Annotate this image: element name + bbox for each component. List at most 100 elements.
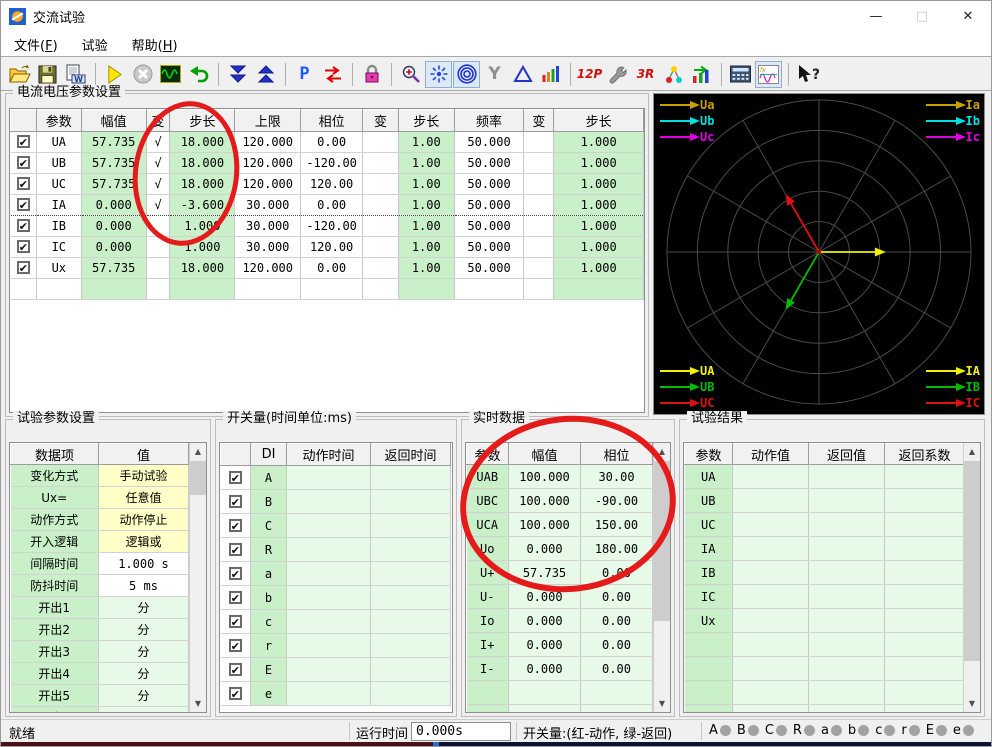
- cell[interactable]: -3.600: [169, 194, 236, 216]
- save-file-button[interactable]: [34, 61, 61, 88]
- row-checkbox[interactable]: ✔: [16, 240, 30, 253]
- cell[interactable]: 逻辑或: [98, 530, 189, 553]
- row-checkbox[interactable]: ✔: [16, 198, 30, 211]
- scroll-up-icon[interactable]: ▲: [654, 443, 670, 460]
- cell[interactable]: 分: [98, 706, 189, 712]
- oscilloscope-button[interactable]: [157, 61, 184, 88]
- close-button[interactable]: ✕: [945, 1, 991, 32]
- cell[interactable]: 50.000: [454, 215, 525, 237]
- step-up-button[interactable]: [252, 61, 279, 88]
- cell[interactable]: 1.00: [398, 131, 455, 153]
- row-checkbox[interactable]: ✔: [228, 638, 242, 652]
- cell[interactable]: [523, 194, 555, 216]
- row-checkbox[interactable]: ✔: [228, 518, 242, 532]
- cell[interactable]: 57.735: [81, 257, 147, 279]
- cell[interactable]: 50.000: [454, 257, 525, 279]
- lock-button[interactable]: [358, 61, 385, 88]
- cell[interactable]: 分: [98, 684, 189, 707]
- cell[interactable]: [362, 236, 399, 258]
- cell[interactable]: 1.00: [398, 236, 455, 258]
- cell[interactable]: 5 ms: [98, 574, 189, 597]
- polar-diagram-button[interactable]: [453, 60, 480, 88]
- cell[interactable]: 50.000: [454, 152, 525, 174]
- cell[interactable]: 120.000: [234, 173, 302, 195]
- cell[interactable]: 1.00: [398, 194, 455, 216]
- cell[interactable]: [523, 236, 555, 258]
- scroll-up-icon[interactable]: ▲: [190, 443, 206, 460]
- row-checkbox[interactable]: ✔: [228, 542, 242, 556]
- cell[interactable]: 1.000: [553, 215, 644, 237]
- cell[interactable]: 1.00: [398, 215, 455, 237]
- cell[interactable]: 手动试验: [98, 464, 189, 487]
- cell[interactable]: 0.00: [300, 194, 364, 216]
- cell[interactable]: 30.000: [234, 215, 302, 237]
- cell[interactable]: 1.000: [553, 257, 644, 279]
- row-checkbox[interactable]: ✔: [16, 261, 30, 274]
- cell[interactable]: 1.000: [553, 131, 644, 153]
- cell[interactable]: [523, 152, 555, 174]
- cell[interactable]: 分: [98, 640, 189, 663]
- cell[interactable]: 任意值: [98, 486, 189, 509]
- cell[interactable]: [362, 152, 399, 174]
- scroll-up-icon[interactable]: ▲: [964, 443, 980, 460]
- scroll-thumb[interactable]: [654, 461, 670, 621]
- cell[interactable]: 1.000: [553, 152, 644, 174]
- cell[interactable]: 0.00: [300, 257, 364, 279]
- cell[interactable]: 120.000: [234, 257, 302, 279]
- realtime-scrollbar[interactable]: ▲ ▼: [653, 443, 670, 712]
- cell[interactable]: √: [146, 152, 171, 174]
- cell[interactable]: 120.00: [300, 173, 364, 195]
- scroll-down-icon[interactable]: ▼: [964, 695, 980, 712]
- row-checkbox[interactable]: ✔: [228, 494, 242, 508]
- cell[interactable]: 50.000: [454, 236, 525, 258]
- cell[interactable]: [146, 215, 171, 237]
- cell[interactable]: [523, 173, 555, 195]
- cell[interactable]: [146, 236, 171, 258]
- cell[interactable]: 120.000: [234, 152, 302, 174]
- cell[interactable]: 50.000: [454, 194, 525, 216]
- cell[interactable]: 0.00: [300, 131, 364, 153]
- cell[interactable]: 0.000: [81, 194, 147, 216]
- results-scrollbar[interactable]: ▲ ▼: [963, 443, 980, 712]
- cell[interactable]: [523, 215, 555, 237]
- cell[interactable]: -120.00: [300, 152, 364, 174]
- scroll-thumb[interactable]: [190, 461, 206, 495]
- scroll-down-icon[interactable]: ▼: [654, 695, 670, 712]
- start-test-button[interactable]: [101, 61, 128, 88]
- cell[interactable]: 18.000: [169, 173, 236, 195]
- delta-connection-button[interactable]: [509, 61, 536, 88]
- cell[interactable]: [362, 215, 399, 237]
- cell[interactable]: √: [146, 194, 171, 216]
- cell[interactable]: [362, 173, 399, 195]
- cell[interactable]: 50.000: [454, 131, 525, 153]
- export-report-button[interactable]: W: [62, 61, 89, 88]
- tools-button[interactable]: [604, 61, 631, 88]
- row-checkbox[interactable]: ✔: [16, 156, 30, 169]
- cell[interactable]: [362, 131, 399, 153]
- cell[interactable]: 1.000: [553, 173, 644, 195]
- step-down-button[interactable]: [224, 61, 251, 88]
- phase-display-button[interactable]: P: [291, 61, 318, 88]
- calculator-button[interactable]: [727, 61, 754, 88]
- cell[interactable]: 1.00: [398, 257, 455, 279]
- scroll-thumb[interactable]: [964, 461, 980, 661]
- cell[interactable]: 分: [98, 596, 189, 619]
- cell[interactable]: 1.00: [398, 173, 455, 195]
- cell[interactable]: 50.000: [454, 173, 525, 195]
- test-params-scrollbar[interactable]: ▲ ▼: [189, 443, 206, 712]
- row-checkbox[interactable]: ✔: [228, 614, 242, 628]
- undo-button[interactable]: [185, 61, 212, 88]
- minimize-button[interactable]: —: [853, 1, 899, 32]
- context-help-button[interactable]: ?: [794, 61, 821, 88]
- cell[interactable]: 1.000: [169, 236, 236, 258]
- row-checkbox[interactable]: ✔: [228, 566, 242, 580]
- cell[interactable]: [146, 257, 171, 279]
- cell[interactable]: 1.000: [169, 215, 236, 237]
- reverse-phase-button[interactable]: [319, 61, 346, 88]
- report-chart-button[interactable]: [688, 61, 715, 88]
- cell[interactable]: 57.735: [81, 131, 147, 153]
- cell[interactable]: 0.000: [81, 215, 147, 237]
- cell[interactable]: 30.000: [234, 194, 302, 216]
- cell[interactable]: 57.735: [81, 173, 147, 195]
- cell[interactable]: 动作停止: [98, 508, 189, 531]
